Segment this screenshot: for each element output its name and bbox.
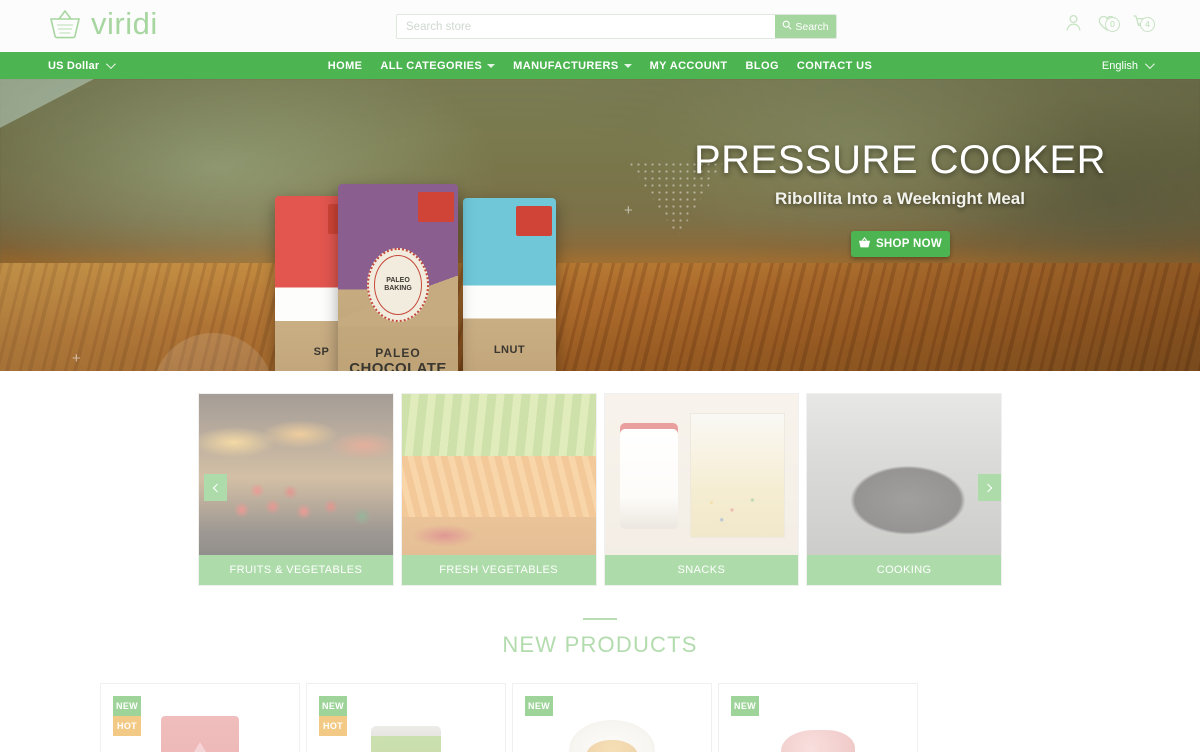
header-icon-group: 0 4 <box>1065 14 1155 32</box>
category-card-snacks[interactable]: SNACKS <box>603 393 800 586</box>
hero-subtitle: Ribollita Into a Weeknight Meal <box>775 189 1025 208</box>
category-label: COOKING <box>807 555 1001 585</box>
main-navigation: US Dollar HOME ALL CATEGORIES MANUFACTUR… <box>0 52 1200 79</box>
badge-new: NEW <box>525 696 553 716</box>
shop-now-label: SHOP NOW <box>875 238 943 250</box>
carousel-next-button[interactable] <box>978 474 1001 501</box>
search-button-label: Search <box>795 20 829 33</box>
seal-line-2: BAKING <box>384 285 412 292</box>
search-icon <box>782 20 792 33</box>
nav-item-manufacturers[interactable]: MANUFACTURERS <box>504 60 640 72</box>
hero-content: PRESSURE COOKER Ribollita Into a Weeknig… <box>600 139 1200 257</box>
nav-item-blog[interactable]: BLOG <box>737 60 788 72</box>
bag-title-line1: PALEO <box>375 346 421 360</box>
bag-right-title: LNUT <box>493 344 526 356</box>
product-bag-right: LNUT <box>463 198 556 371</box>
bag-title-line2: CHOCOLATE <box>349 360 447 371</box>
bag-center-title: PALEO CHOCOLATE CAKE & MUFFIN MIX <box>338 346 458 371</box>
currency-label: US Dollar <box>48 59 100 72</box>
user-icon <box>1065 14 1082 32</box>
nav-item-my-account[interactable]: MY ACCOUNT <box>641 60 737 72</box>
wishlist-button[interactable]: 0 <box>1097 14 1120 32</box>
chevron-left-icon <box>212 483 222 492</box>
badge-hot: HOT <box>113 716 141 736</box>
category-card-fresh-vegetables[interactable]: FRESH VEGETABLES <box>400 393 597 586</box>
product-card[interactable]: NEW HOT <box>306 683 506 752</box>
caret-down-icon <box>623 63 632 68</box>
product-card[interactable]: NEW <box>512 683 712 752</box>
decor-plus-icon: + <box>72 350 81 367</box>
category-image <box>807 394 1001 555</box>
category-row: FRUITS & VEGETABLES FRESH VEGETABLES SNA… <box>198 393 1002 586</box>
decor-triangle <box>0 79 94 131</box>
category-label: FRESH VEGETABLES <box>401 555 596 585</box>
product-badges: NEW HOT <box>319 696 347 736</box>
nav-label: CONTACT US <box>796 59 873 72</box>
badge-new: NEW <box>113 696 141 716</box>
logo-text: viridi <box>91 6 158 41</box>
product-card[interactable]: NEW HOT <box>100 683 300 752</box>
category-image <box>604 394 799 555</box>
category-image <box>401 394 596 555</box>
nav-menu: HOME ALL CATEGORIES MANUFACTURERS MY ACC… <box>319 60 881 72</box>
category-label: FRUITS & VEGETABLES <box>199 555 393 585</box>
currency-selector[interactable]: US Dollar <box>48 59 117 72</box>
search-input[interactable] <box>397 15 775 38</box>
search-bar: Search <box>396 14 837 39</box>
nav-label: ALL CATEGORIES <box>380 59 483 72</box>
new-products-title: NEW PRODUCTS <box>502 632 698 657</box>
nav-label: MY ACCOUNT <box>649 59 728 72</box>
badge-new: NEW <box>731 696 759 716</box>
site-header: viridi Search 0 4 <box>0 0 1200 52</box>
bag-seal-logo: PALEO BAKING <box>367 248 429 322</box>
nav-item-home[interactable]: HOME <box>319 60 372 72</box>
bag-tag <box>418 192 454 222</box>
nav-label: MANUFACTURERS <box>513 59 619 72</box>
heading-divider <box>583 618 617 620</box>
category-carousel: FRUITS & VEGETABLES FRESH VEGETABLES SNA… <box>0 371 1200 586</box>
category-image <box>199 394 393 555</box>
chevron-down-icon <box>1144 59 1155 70</box>
badge-hot: HOT <box>319 716 347 736</box>
nav-label: HOME <box>327 59 363 72</box>
basket-icon <box>858 236 871 252</box>
hero-banner: + + SP LNUT PALEO BAKING PALEO CHOCOLATE… <box>0 79 1200 371</box>
badge-new: NEW <box>319 696 347 716</box>
bag-tag <box>516 206 552 236</box>
category-card-cooking[interactable]: COOKING <box>806 393 1002 586</box>
shop-now-button[interactable]: SHOP NOW <box>850 231 950 257</box>
product-badges: NEW HOT <box>113 696 141 736</box>
site-logo[interactable]: viridi <box>48 6 158 42</box>
nav-item-contact-us[interactable]: CONTACT US <box>788 60 881 72</box>
caret-down-icon <box>487 63 496 68</box>
language-selector[interactable]: English <box>1101 59 1155 72</box>
search-button[interactable]: Search <box>775 15 836 38</box>
cart-button[interactable]: 4 <box>1132 14 1155 32</box>
nav-item-all-categories[interactable]: ALL CATEGORIES <box>371 60 504 72</box>
product-badges: NEW <box>731 696 759 716</box>
new-products-header: NEW PRODUCTS <box>0 618 1200 658</box>
category-label: SNACKS <box>604 555 799 585</box>
carousel-prev-button[interactable] <box>204 474 227 501</box>
language-label: English <box>1101 59 1138 72</box>
chevron-right-icon <box>983 483 993 492</box>
cart-count: 4 <box>1140 17 1155 32</box>
hero-product-bags: SP LNUT PALEO BAKING PALEO CHOCOLATE CAK… <box>265 184 565 371</box>
wishlist-count: 0 <box>1105 17 1120 32</box>
nav-label: BLOG <box>745 59 779 72</box>
product-card[interactable]: NEW <box>718 683 918 752</box>
seal-line-1: PALEO <box>386 276 410 284</box>
product-bag-center: PALEO BAKING PALEO CHOCOLATE CAKE & MUFF… <box>338 184 458 371</box>
category-card-fruits-vegetables[interactable]: FRUITS & VEGETABLES <box>198 393 394 586</box>
product-badges: NEW <box>525 696 553 716</box>
account-button[interactable] <box>1065 14 1082 32</box>
chevron-down-icon <box>106 59 117 70</box>
hero-title: PRESSURE COOKER <box>693 138 1107 182</box>
basket-icon <box>48 9 82 39</box>
new-products-row: NEW HOT NEW HOT NEW NEW <box>100 683 1100 752</box>
